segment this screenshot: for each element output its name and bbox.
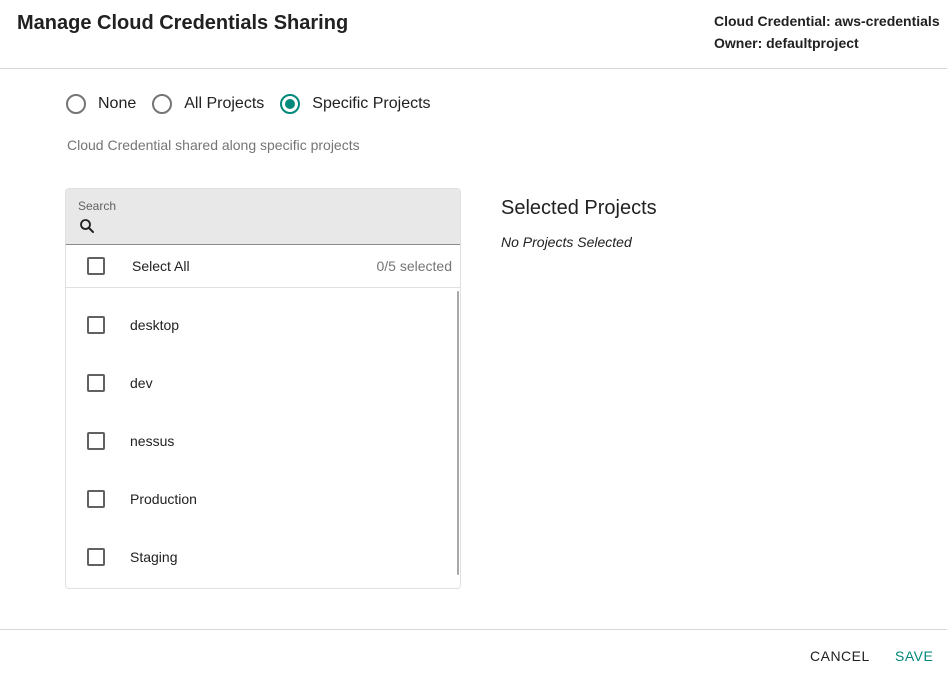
project-label: Staging (130, 549, 178, 565)
selected-projects-title: Selected Projects (501, 197, 657, 219)
dialog-footer: CANCEL SAVE (0, 629, 947, 676)
list-item[interactable]: Staging (66, 528, 458, 586)
list-item[interactable]: dev (66, 354, 458, 412)
search-field[interactable]: Search (66, 189, 460, 245)
credential-name: Cloud Credential: aws-credentials (714, 13, 940, 29)
select-all-label: Select All (132, 258, 190, 274)
radio-all-projects[interactable]: All Projects (152, 94, 264, 114)
project-label: dev (130, 375, 153, 391)
select-all-checkbox[interactable] (87, 257, 105, 275)
project-checkbox[interactable] (87, 432, 105, 450)
radio-label: All Projects (184, 95, 265, 112)
selected-projects-empty: No Projects Selected (501, 234, 632, 250)
dialog-title: Manage Cloud Credentials Sharing (17, 12, 349, 34)
radio-specific-projects[interactable]: Specific Projects (280, 94, 431, 114)
project-list-panel: Search Select All 0/5 selected desktop d… (65, 188, 461, 589)
project-checkbox[interactable] (87, 316, 105, 334)
list-scrollbar[interactable] (457, 291, 459, 575)
cancel-button[interactable]: CANCEL (810, 648, 870, 664)
radio-label: None (98, 95, 137, 112)
radio-label: Specific Projects (312, 95, 431, 112)
list-item[interactable]: nessus (66, 412, 458, 470)
dialog-header: Manage Cloud Credentials Sharing Cloud C… (0, 0, 947, 69)
list-item[interactable]: Production (66, 470, 458, 528)
project-checkbox[interactable] (87, 374, 105, 392)
search-icon (80, 219, 94, 233)
project-checkbox[interactable] (87, 548, 105, 566)
sharing-radio-group: None All Projects Specific Projects (66, 94, 447, 114)
project-list: desktop dev nessus Production Staging (66, 289, 460, 588)
selected-count: 0/5 selected (376, 258, 453, 274)
project-label: Production (130, 491, 197, 507)
credential-owner: Owner: defaultproject (714, 35, 859, 51)
radio-none[interactable]: None (66, 94, 136, 114)
select-all-row[interactable]: Select All 0/5 selected (66, 245, 460, 288)
project-checkbox[interactable] (87, 490, 105, 508)
search-label: Search (78, 199, 117, 213)
project-label: nessus (130, 433, 175, 449)
save-button[interactable]: SAVE (895, 648, 933, 664)
sharing-hint: Cloud Credential shared along specific p… (67, 137, 360, 153)
radio-circle-icon (66, 94, 86, 114)
list-item[interactable]: desktop (66, 296, 458, 354)
radio-checked-icon (280, 94, 301, 114)
credential-meta: Cloud Credential: aws-credentials Owner:… (714, 10, 940, 54)
search-input[interactable] (104, 215, 444, 237)
radio-circle-icon (152, 94, 173, 114)
project-label: desktop (130, 317, 180, 333)
